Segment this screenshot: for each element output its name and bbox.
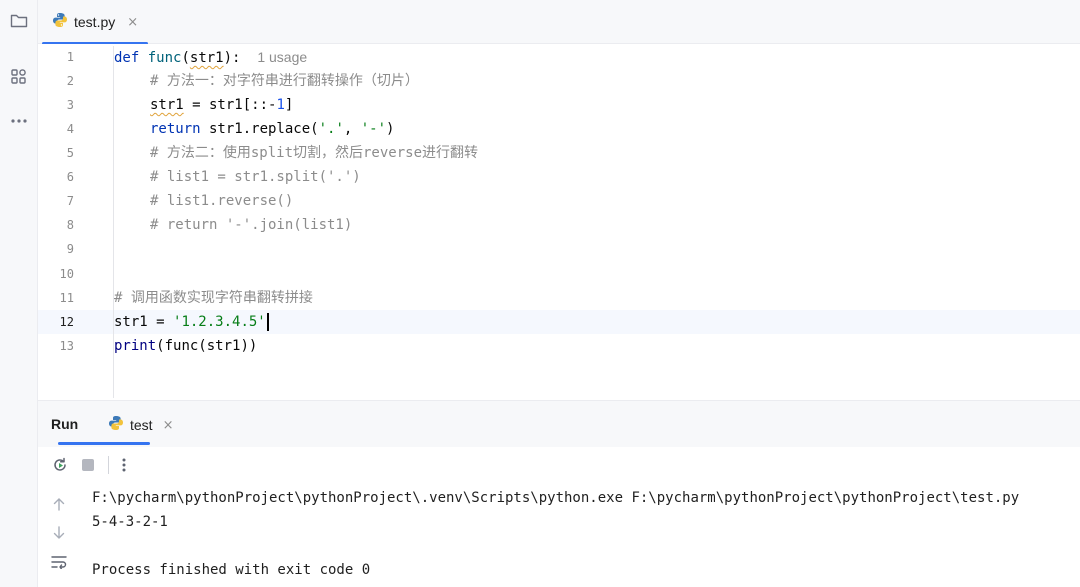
code-line-1: def func(str1): 1 usage xyxy=(114,45,307,69)
code-line-12: str1 = '1.2.3.4.5' xyxy=(114,310,269,334)
builtin-print: print xyxy=(114,338,157,354)
close-icon[interactable]: × xyxy=(163,418,174,433)
scroll-down-icon[interactable] xyxy=(50,524,68,542)
keyword-def: def xyxy=(114,50,140,66)
run-tab-indicator xyxy=(58,442,150,445)
run-tab-label: test xyxy=(130,417,153,433)
tab-label: test.py xyxy=(74,14,116,30)
code-text: , xyxy=(343,121,361,137)
code-line-7: # list1.reverse() xyxy=(150,189,293,213)
code-line-3: str1 = str1[::-1] xyxy=(150,93,293,117)
code-line-13: print(func(str1)) xyxy=(114,334,257,358)
console-output-line: 5-4-3-2-1 xyxy=(92,514,168,530)
code-text: str1 = xyxy=(114,314,174,330)
more-icon[interactable] xyxy=(0,106,38,136)
line-number: 13 xyxy=(59,339,74,353)
console-command-line: F:\pycharm\pythonProject\pythonProject\.… xyxy=(92,490,1020,506)
string-literal: '-' xyxy=(360,121,387,137)
comment: # list1.reverse() xyxy=(150,193,294,209)
folder-icon[interactable] xyxy=(0,6,38,36)
editor-tab-bar: test.py × xyxy=(38,0,1080,45)
line-number: 11 xyxy=(59,291,74,305)
code-line-2: # 方法一：对字符串进行翻转操作（切片） xyxy=(150,69,419,93)
code-text: = str1[::- xyxy=(183,97,277,113)
string-literal: '1.2.3.4.5' xyxy=(173,314,266,330)
code-text: ] xyxy=(284,97,294,113)
comment: # 调用函数实现字符串翻转拼接 xyxy=(114,290,313,306)
run-toolbar xyxy=(38,447,1080,483)
structure-icon[interactable] xyxy=(0,62,38,92)
toolbar-separator xyxy=(108,456,109,474)
variable: str1 xyxy=(150,97,184,113)
more-icon[interactable] xyxy=(114,455,134,475)
number-literal: 1 xyxy=(276,97,285,113)
line-number: 3 xyxy=(66,98,74,112)
line-number-active: 12 xyxy=(59,315,74,329)
code-line-8: # return '-'.join(list1) xyxy=(150,213,352,237)
tab-test-py[interactable]: test.py × xyxy=(42,0,149,45)
code-line-11: # 调用函数实现字符串翻转拼接 xyxy=(114,286,313,310)
code-text: ) xyxy=(386,121,395,137)
code-editor[interactable]: 1 2 3 4 5 6 7 8 9 10 11 12 13 def func(s… xyxy=(38,44,1080,400)
line-number: 6 xyxy=(66,170,74,184)
scroll-up-icon[interactable] xyxy=(50,495,68,513)
comment: # return '-'.join(list1) xyxy=(150,217,353,233)
line-number: 4 xyxy=(66,122,74,136)
line-number: 8 xyxy=(66,218,74,232)
line-number: 7 xyxy=(66,194,74,208)
parameter: str1 xyxy=(189,50,224,66)
keyword-return: return xyxy=(150,121,201,137)
line-number: 5 xyxy=(66,146,74,160)
line-number: 9 xyxy=(66,242,74,256)
soft-wrap-icon[interactable] xyxy=(50,553,68,571)
code-line-6: # list1 = str1.split('.') xyxy=(150,165,361,189)
comment: # 方法二：使用split切割，然后reverse进行翻转 xyxy=(150,145,479,161)
python-run-config-icon xyxy=(108,415,124,435)
run-panel-header: Run test × xyxy=(38,400,1080,446)
activity-bar xyxy=(0,0,38,587)
comment: # list1 = str1.split('.') xyxy=(150,169,361,185)
function-name: func xyxy=(147,50,182,66)
rerun-icon[interactable] xyxy=(50,455,70,475)
run-panel-title: Run xyxy=(51,416,79,432)
run-console[interactable]: F:\pycharm\pythonProject\pythonProject\.… xyxy=(38,483,1080,587)
text-caret xyxy=(266,313,269,331)
line-number: 10 xyxy=(59,267,74,281)
line-number: 1 xyxy=(66,50,74,64)
code-text: (func(str1)) xyxy=(156,338,258,354)
console-exit-line: Process finished with exit code 0 xyxy=(92,562,371,578)
code-line-4: return str1.replace('.', '-') xyxy=(150,117,394,141)
code-line-5: # 方法二：使用split切割，然后reverse进行翻转 xyxy=(150,141,478,165)
string-literal: '.' xyxy=(318,121,344,137)
stop-icon[interactable] xyxy=(78,455,98,475)
run-tab-test[interactable]: test × xyxy=(98,407,183,443)
line-number: 2 xyxy=(66,74,74,88)
close-icon[interactable]: × xyxy=(127,15,138,30)
line-number-gutter: 1 2 3 4 5 6 7 8 9 10 11 12 13 xyxy=(38,44,100,400)
python-file-icon xyxy=(52,12,68,32)
paren-open: ( xyxy=(181,50,190,66)
usage-hint[interactable]: 1 usage xyxy=(257,49,307,65)
paren-close: ): xyxy=(223,50,241,66)
code-text: str1.replace( xyxy=(200,121,319,137)
comment: # 方法一：对字符串进行翻转操作（切片） xyxy=(150,73,419,89)
